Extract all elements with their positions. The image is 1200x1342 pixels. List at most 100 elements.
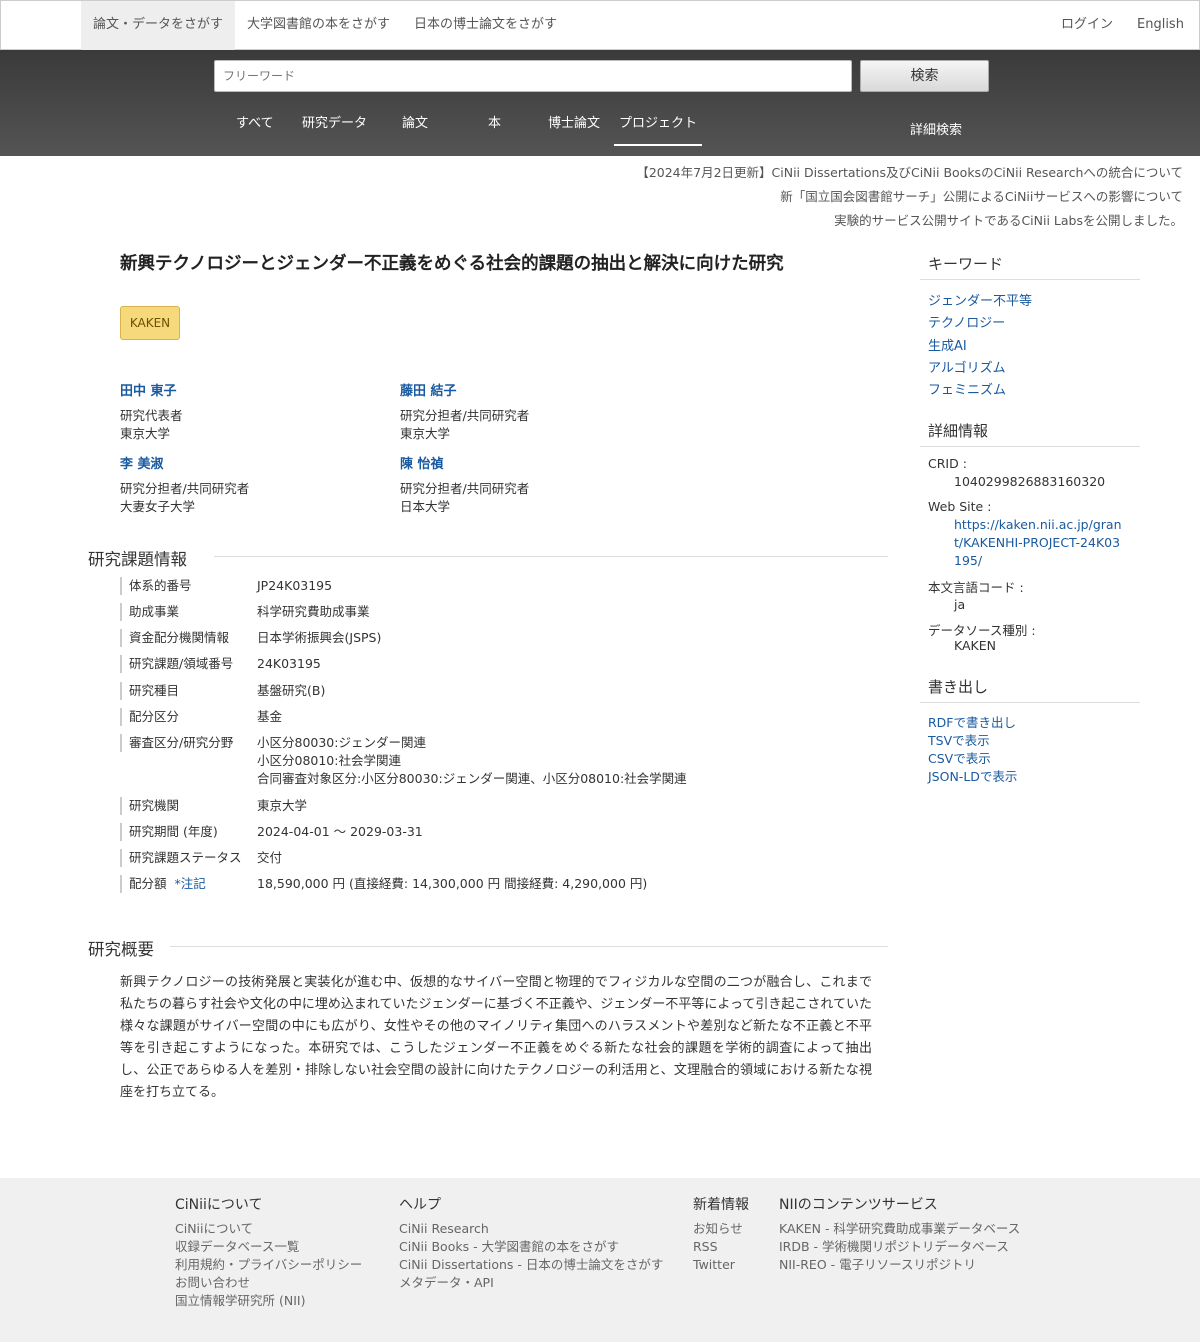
summary-heading: 研究概要 (88, 940, 154, 959)
researcher-name-link[interactable]: 田中 東子 (120, 380, 380, 399)
advanced-search-link[interactable]: 詳細検索 (910, 119, 962, 138)
researcher-organization: 東京大学 (400, 426, 451, 441)
footer-link[interactable]: CiNii Dissertations - 日本の博士論文をさがす (399, 1256, 663, 1274)
info-label: 審査区分/研究分野 (120, 734, 233, 752)
info-value: 交付 (257, 850, 283, 865)
language-code-label: 本文言語コード : (928, 580, 1024, 595)
keyword-link[interactable]: ジェンダー不平等 (928, 290, 1032, 309)
footer-heading: NIIのコンテンツサービス (779, 1197, 938, 1213)
researcher-card: 田中 東子 研究代表者 東京大学 (120, 380, 380, 443)
export-csv-link[interactable]: CSVで表示 (928, 748, 991, 767)
footer-link[interactable]: CiNii Research (399, 1220, 663, 1238)
footer-column: CiNiiについて CiNiiについて 収録データベース一覧 利用規約・プライバ… (175, 1194, 362, 1310)
export-rdf-link[interactable]: RDFで書き出し (928, 712, 1016, 731)
footer-column: 新着情報 お知らせ RSS Twitter (693, 1194, 749, 1274)
keyword-link[interactable]: テクノロジー (928, 312, 1005, 331)
tab-university-books[interactable]: 大学図書館の本をさがす (247, 1, 390, 50)
footer-column: NIIのコンテンツサービス KAKEN - 科学研究費助成事業データベース IR… (779, 1194, 1020, 1274)
info-value: 合同審査対象区分:小区分80030:ジェンダー関連、小区分08010:社会学関連 (257, 771, 687, 786)
keyword-link[interactable]: フェミニズム (928, 379, 1006, 398)
info-value: 18,590,000 円 (直接経費: 14,300,000 円 間接経費: 4… (257, 876, 648, 891)
data-source-value: KAKEN (954, 638, 996, 653)
info-label-text: 配分額 (129, 876, 167, 891)
info-value: 小区分80030:ジェンダー関連 (257, 735, 426, 750)
crid-label: CRID : (928, 456, 967, 471)
researcher-role: 研究分担者/共同研究者 (120, 481, 250, 496)
info-value: 24K03195 (257, 656, 321, 671)
researcher-card: 陳 怡禎 研究分担者/共同研究者 日本大学 (400, 453, 660, 516)
search-tab-research-data[interactable]: 研究データ (302, 112, 367, 131)
footer-link[interactable]: 利用規約・プライバシーポリシー (175, 1256, 362, 1274)
notice-link[interactable]: 実験的サービス公開サイトであるCiNii Labsを公開しました。 (834, 210, 1183, 229)
footer-column: ヘルプ CiNii Research CiNii Books - 大学図書館の本… (399, 1194, 663, 1292)
footer-link[interactable]: NII-REO - 電子リソースリポジトリ (779, 1256, 1020, 1274)
language-link[interactable]: English (1137, 1, 1184, 50)
footer-link[interactable]: 国立情報学研究所 (NII) (175, 1292, 362, 1310)
keyword-link[interactable]: アルゴリズム (928, 357, 1006, 376)
section-divider (170, 946, 888, 947)
researcher-card: 李 美淑 研究分担者/共同研究者 大妻女子大学 (120, 453, 380, 516)
search-tab-books[interactable]: 本 (488, 112, 501, 131)
researcher-name-link[interactable]: 陳 怡禎 (400, 453, 660, 472)
search-tab-articles[interactable]: 論文 (402, 112, 428, 131)
search-button[interactable]: 検索 (860, 60, 989, 92)
search-input[interactable] (214, 60, 852, 92)
footer-link[interactable]: CiNiiについて (175, 1220, 362, 1238)
login-link[interactable]: ログイン (1061, 1, 1113, 50)
tab-papers-data[interactable]: 論文・データをさがす (81, 1, 235, 50)
notice-link[interactable]: 新「国立国会図書館サーチ」公開によるCiNiiサービスへの影響について (780, 186, 1183, 205)
researcher-name-link[interactable]: 李 美淑 (120, 453, 380, 472)
note-link[interactable]: *注記 (175, 876, 206, 891)
info-label: 研究機関 (120, 797, 179, 815)
info-label: 体系的番号 (120, 577, 192, 595)
info-value: 2024-04-01 〜 2029-03-31 (257, 824, 423, 839)
sidebar-divider (920, 702, 1140, 703)
footer-link[interactable]: KAKEN - 科学研究費助成事業データベース (779, 1220, 1020, 1238)
footer-link[interactable]: メタデータ・API (399, 1274, 663, 1292)
info-value: 基盤研究(B) (257, 683, 326, 698)
export-heading: 書き出し (928, 678, 989, 696)
website-label: Web Site : (928, 499, 992, 514)
info-label: 研究期間 (年度) (120, 823, 218, 841)
footer-link[interactable]: RSS (693, 1238, 749, 1256)
top-navigation: 論文・データをさがす 大学図書館の本をさがす 日本の博士論文をさがす ログイン … (0, 0, 1200, 50)
language-code-value: ja (954, 597, 966, 612)
search-tab-all[interactable]: すべて (236, 112, 274, 131)
search-header: 検索 すべて 研究データ 論文 本 博士論文 プロジェクト 詳細検索 (0, 50, 1200, 156)
info-label: 助成事業 (120, 603, 179, 621)
researcher-role: 研究分担者/共同研究者 (400, 481, 530, 496)
tab-dissertations[interactable]: 日本の博士論文をさがす (414, 1, 557, 50)
keywords-heading: キーワード (928, 255, 1004, 273)
researcher-organization: 大妻女子大学 (120, 499, 196, 514)
info-value: 基金 (257, 709, 283, 724)
footer-link[interactable]: 収録データベース一覧 (175, 1238, 362, 1256)
info-label: 配分区分 (120, 708, 179, 726)
details-heading: 詳細情報 (928, 422, 989, 440)
page-title: 新興テクノロジーとジェンダー不正義をめぐる社会的課題の抽出と解決に向けた研究 (120, 254, 784, 274)
researcher-card: 藤田 結子 研究分担者/共同研究者 東京大学 (400, 380, 660, 443)
export-jsonld-link[interactable]: JSON-LDで表示 (928, 766, 1017, 785)
project-info-heading: 研究課題情報 (88, 550, 187, 569)
researcher-role: 研究分担者/共同研究者 (400, 408, 530, 423)
info-value: JP24K03195 (257, 578, 333, 593)
footer-link[interactable]: Twitter (693, 1256, 749, 1274)
footer-link[interactable]: お問い合わせ (175, 1274, 362, 1292)
export-tsv-link[interactable]: TSVで表示 (928, 730, 990, 749)
info-value: 小区分08010:社会学関連 (257, 753, 401, 768)
footer-link[interactable]: お知らせ (693, 1220, 749, 1238)
notice-link[interactable]: 【2024年7月2日更新】CiNii Dissertations及びCiNii … (636, 162, 1183, 181)
footer-link[interactable]: IRDB - 学術機関リポジトリデータベース (779, 1238, 1020, 1256)
sidebar-divider (920, 279, 1140, 280)
summary-text: 新興テクノロジーの技術発展と実装化が進む中、仮想的なサイバー空間と物理的でフィジ… (120, 975, 872, 1100)
footer-heading: CiNiiについて (175, 1197, 263, 1213)
search-tab-dissertations[interactable]: 博士論文 (548, 112, 600, 131)
researcher-name-link[interactable]: 藤田 結子 (400, 380, 660, 399)
footer-link[interactable]: CiNii Books - 大学図書館の本をさがす (399, 1238, 663, 1256)
keyword-link[interactable]: 生成AI (928, 335, 967, 354)
info-value: 科学研究費助成事業 (257, 604, 370, 619)
info-label: 研究課題/領域番号 (120, 655, 233, 673)
sidebar-divider (920, 446, 1140, 447)
researcher-organization: 日本大学 (400, 499, 451, 514)
website-link[interactable]: https://kaken.nii.ac.jp/grant/KAKENHI-PR… (954, 516, 1124, 570)
search-tab-projects[interactable]: プロジェクト (614, 112, 703, 146)
